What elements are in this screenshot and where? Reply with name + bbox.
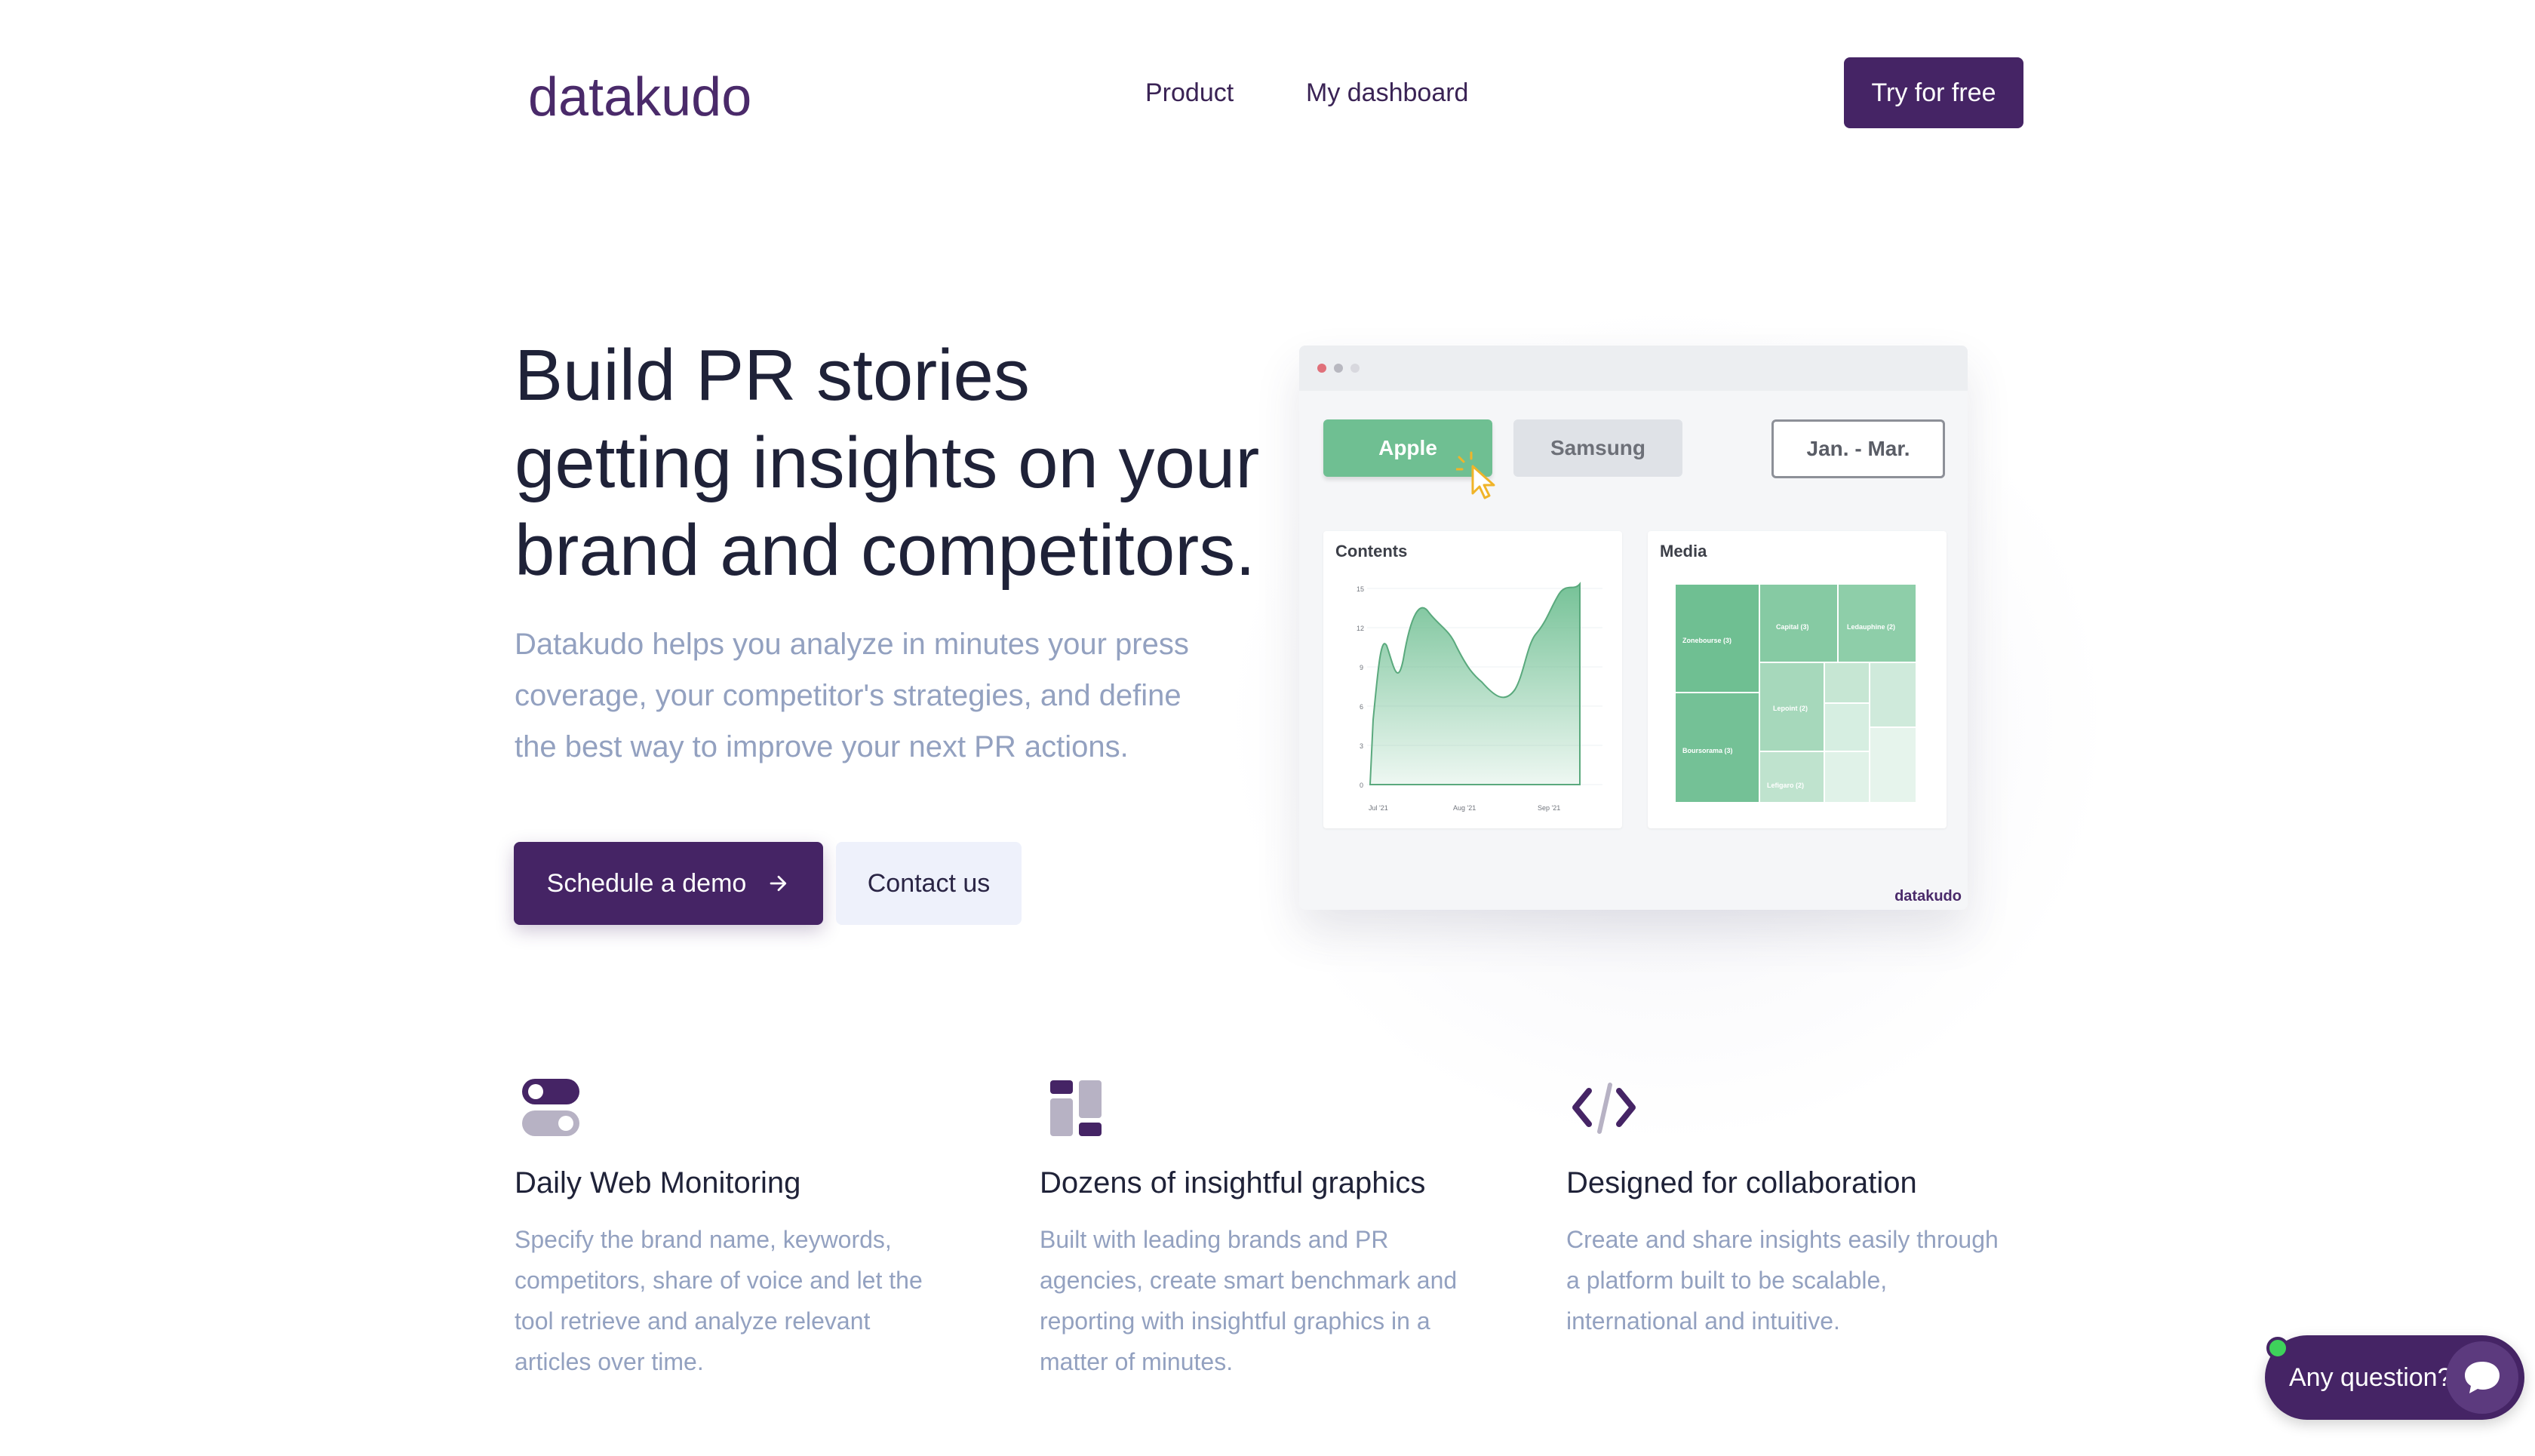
x-tick-sep: Sep '21 (1538, 804, 1560, 812)
feature-desc-line: reporting with insightful graphics in a (1040, 1307, 1430, 1335)
window-dot-gray (1334, 364, 1343, 373)
feature-desc-line: Built with leading brands and PR (1040, 1226, 1389, 1253)
treemap-label-lepoint: Lepoint (2) (1773, 705, 1808, 712)
y-tick-15: 15 (1357, 585, 1364, 593)
headline-line-1: Build PR stories (515, 335, 1030, 416)
tab-samsung: Samsung (1513, 419, 1682, 477)
y-tick-9: 9 (1360, 664, 1363, 671)
media-treemap: Zonebourse (3) Capital (3) Ledauphine (2… (1674, 583, 1917, 803)
headline-line-3: brand and competitors. (515, 510, 1255, 591)
treemap-label-boursorama: Boursorama (3) (1682, 747, 1733, 754)
feature-description: Built with leading brands and PR agencie… (1040, 1219, 1523, 1382)
contents-title: Contents (1335, 542, 1408, 561)
window-dot-red (1317, 364, 1326, 373)
schedule-demo-label: Schedule a demo (546, 868, 747, 898)
treemap-cell-small-2 (1869, 662, 1917, 728)
feature-desc-line: international and intuitive. (1566, 1307, 1840, 1335)
treemap-label-ledauphine: Ledauphine (2) (1847, 623, 1895, 631)
code-brackets-icon (1572, 1083, 1636, 1134)
dashboard-blocks-icon (1050, 1080, 1102, 1136)
feature-description: Specify the brand name, keywords, compet… (515, 1219, 997, 1382)
window-dot-light (1350, 364, 1360, 373)
treemap-cell-small-4 (1824, 751, 1870, 803)
y-tick-3: 3 (1360, 742, 1363, 750)
x-tick-aug: Aug '21 (1453, 804, 1476, 812)
feature-desc-line: a platform built to be scalable, (1566, 1267, 1888, 1294)
schedule-demo-button[interactable]: Schedule a demo (514, 842, 823, 925)
feature-desc-line: articles over time. (515, 1348, 704, 1375)
y-tick-6: 6 (1360, 703, 1363, 711)
feature-title: Designed for collaboration (1566, 1166, 1917, 1200)
toggle-switch-icon (522, 1079, 579, 1136)
date-range-button: Jan. - Mar. (1771, 419, 1945, 478)
subtitle-line-2: coverage, your competitor's strategies, … (515, 679, 1181, 712)
contents-area-chart: 15 12 9 6 3 0 Jul '21 Aug '21 Sep '21 (1357, 582, 1602, 812)
hero-headline: Build PR stories getting insights on you… (515, 332, 1269, 594)
feature-title: Dozens of insightful graphics (1040, 1166, 1426, 1200)
hero-subtitle: Datakudo helps you analyze in minutes yo… (515, 619, 1254, 773)
contact-us-button[interactable]: Contact us (836, 842, 1022, 925)
feature-desc-line: matter of minutes. (1040, 1348, 1234, 1375)
online-status-dot (2266, 1337, 2289, 1359)
feature-desc-line: agencies, create smart benchmark and (1040, 1267, 1458, 1294)
nav-my-dashboard[interactable]: My dashboard (1306, 78, 1468, 108)
mockup-footer-logo: datakudo (1894, 888, 1962, 905)
feature-desc-line: competitors, share of voice and let the (515, 1267, 923, 1294)
treemap-label-capital: Capital (3) (1776, 623, 1809, 631)
treemap-cell-small-3 (1824, 702, 1870, 752)
treemap-cell-small-1 (1824, 662, 1870, 704)
treemap-cell-lefigaro (1759, 751, 1825, 803)
subtitle-line-1: Datakudo helps you analyze in minutes yo… (515, 628, 1189, 661)
media-panel: Media Zonebourse (3) Capital (3) Ledauph… (1648, 531, 1947, 828)
subtitle-line-3: the best way to improve your next PR act… (515, 730, 1129, 763)
feature-desc-line: Specify the brand name, keywords, (515, 1226, 892, 1253)
contents-area (1369, 582, 1581, 785)
y-tick-0: 0 (1360, 782, 1363, 789)
y-tick-12: 12 (1357, 625, 1364, 632)
headline-line-2: getting insights on your (515, 422, 1260, 503)
arrow-right-icon (770, 875, 787, 892)
dashboard-mockup: Apple Samsung Jan. - Mar. Contents 15 12… (1299, 346, 1968, 910)
feature-description: Create and share insights easily through… (1566, 1219, 2049, 1341)
nav-product[interactable]: Product (1145, 78, 1234, 108)
try-for-free-button[interactable]: Try for free (1844, 57, 2023, 128)
mockup-titlebar (1299, 346, 1968, 391)
feature-desc-line: tool retrieve and analyze relevant (515, 1307, 871, 1335)
treemap-label-lefigaro: Lefigaro (2) (1767, 782, 1804, 789)
chat-label: Any question? (2289, 1362, 2452, 1392)
treemap-cell-small-5 (1869, 726, 1917, 803)
feature-title: Daily Web Monitoring (515, 1166, 801, 1200)
treemap-label-zonebourse: Zonebourse (3) (1682, 637, 1731, 644)
feature-desc-line: Create and share insights easily through (1566, 1226, 1999, 1253)
chat-widget-button[interactable]: Any question? (2265, 1335, 2524, 1420)
chat-bubble-icon (2446, 1341, 2518, 1414)
contents-panel: Contents 15 12 9 6 3 0 Jul '21 Aug '21 S… (1323, 531, 1622, 828)
datakudo-logo[interactable]: datakudo (528, 66, 751, 128)
cursor-click-icon (1456, 451, 1495, 499)
x-tick-jul: Jul '21 (1369, 804, 1388, 812)
